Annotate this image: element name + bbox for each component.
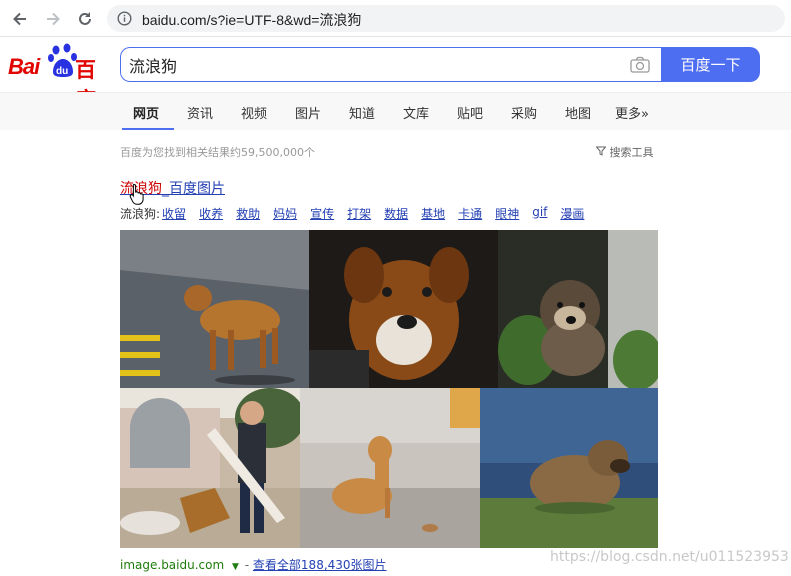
chip-6[interactable]: 数据: [384, 205, 408, 222]
logo-du: du: [56, 66, 68, 77]
chip-3[interactable]: 妈妈: [273, 205, 297, 222]
search-tools-button[interactable]: 搜索工具: [595, 144, 654, 160]
url-text: baidu.com/s?ie=UTF-8&wd=流浪狗: [142, 12, 362, 28]
browser-toolbar: baidu.com/s?ie=UTF-8&wd=流浪狗: [0, 0, 791, 37]
chips-label: 流浪狗:: [120, 207, 161, 221]
source-domain[interactable]: image.baidu.com: [120, 558, 224, 572]
chip-1[interactable]: 收养: [199, 205, 223, 222]
active-tab-indicator: [122, 128, 174, 130]
logo-bai: Bai: [8, 54, 40, 79]
chip-9[interactable]: 眼神: [495, 205, 519, 222]
chip-7[interactable]: 基地: [421, 205, 445, 222]
info-icon[interactable]: [117, 11, 132, 31]
camera-icon[interactable]: [629, 56, 651, 79]
chip-5[interactable]: 打架: [347, 205, 371, 222]
source-separator: -: [244, 558, 250, 572]
lying-dog-image[interactable]: [480, 388, 658, 548]
title-rest: _百度图片: [162, 181, 225, 197]
search-tools-label: 搜索工具: [609, 146, 654, 159]
search-input[interactable]: [121, 48, 601, 81]
related-chips: 流浪狗: 收留 收养 救助 妈妈 宣传 打架 数据 基地 卡通 眼神 gif 漫…: [120, 205, 597, 222]
sitting-dog-image[interactable]: [300, 388, 480, 548]
forward-icon[interactable]: [41, 7, 65, 31]
reload-icon[interactable]: [73, 7, 97, 31]
tab-map[interactable]: 地图: [565, 103, 591, 122]
tab-tieba[interactable]: 贴吧: [457, 103, 483, 122]
paw-icon: du: [48, 42, 78, 83]
chip-8[interactable]: 卡通: [458, 205, 482, 222]
man-with-dog-image[interactable]: [120, 388, 300, 548]
view-all-images-link[interactable]: 查看全部188,430张图片: [253, 558, 387, 572]
back-icon[interactable]: [8, 7, 32, 31]
tab-wenku[interactable]: 文库: [403, 103, 429, 122]
result-count: 百度为您找到相关结果约59,500,000个: [120, 146, 315, 159]
tab-zhidao[interactable]: 知道: [349, 103, 375, 122]
chip-0[interactable]: 收留: [162, 205, 186, 222]
search-button[interactable]: 百度一下: [661, 47, 760, 82]
chip-11[interactable]: 漫画: [560, 205, 584, 222]
watermark: https://blog.csdn.net/u011523953: [550, 549, 789, 565]
dog-image-1[interactable]: [120, 230, 309, 388]
tab-video[interactable]: 视频: [241, 103, 267, 122]
dog-image-3[interactable]: [498, 230, 658, 388]
search-box[interactable]: [120, 47, 661, 82]
chip-10[interactable]: gif: [532, 205, 547, 222]
tab-shopping[interactable]: 采购: [511, 103, 537, 122]
baidu-logo[interactable]: Bai du 百度: [8, 42, 112, 112]
image-source-line: image.baidu.com ▼ - 查看全部188,430张图片: [120, 556, 387, 573]
tab-web[interactable]: 网页: [133, 103, 159, 122]
tab-news[interactable]: 资讯: [187, 103, 213, 122]
caret-down-icon[interactable]: ▼: [232, 562, 239, 572]
chip-4[interactable]: 宣传: [310, 205, 334, 222]
chip-2[interactable]: 救助: [236, 205, 260, 222]
address-bar[interactable]: baidu.com/s?ie=UTF-8&wd=流浪狗: [107, 5, 785, 32]
dog-image-2[interactable]: [309, 230, 498, 388]
filter-icon: [595, 146, 610, 159]
search-tabs: 网页 资讯 视频 图片 知道 文库 贴吧 采购 地图 更多»: [0, 92, 791, 130]
tab-images[interactable]: 图片: [295, 103, 321, 122]
tab-more[interactable]: 更多»: [615, 103, 649, 122]
